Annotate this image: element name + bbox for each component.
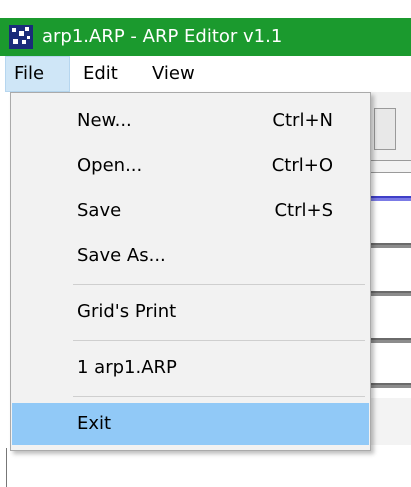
grid-row[interactable] bbox=[370, 291, 411, 296]
menu-edit[interactable]: Edit bbox=[76, 56, 125, 92]
menu-item-save-as[interactable]: Save As... bbox=[12, 235, 369, 277]
window-title: arp1.ARP - ARP Editor v1.1 bbox=[42, 26, 283, 47]
menu-item-label: Save As... bbox=[77, 245, 166, 266]
menu-item-label: 1 arp1.ARP bbox=[77, 357, 177, 378]
grid-row-selected[interactable] bbox=[370, 196, 411, 201]
menu-item-label: Save bbox=[77, 200, 122, 221]
menu-item-grids-print[interactable]: Grid's Print bbox=[12, 291, 369, 333]
grid-row[interactable] bbox=[370, 338, 411, 343]
menu-item-exit[interactable]: Exit bbox=[12, 403, 369, 445]
menu-file[interactable]: File bbox=[5, 56, 70, 92]
cropped-caption-fragment bbox=[0, 0, 411, 9]
panel-edge-divider bbox=[6, 448, 7, 487]
menu-view[interactable]: View bbox=[145, 56, 202, 92]
grid-row[interactable] bbox=[370, 383, 411, 388]
menu-item-new[interactable]: New... Ctrl+N bbox=[12, 100, 369, 142]
menu-item-shortcut: Ctrl+S bbox=[274, 200, 333, 221]
editor-grid[interactable] bbox=[370, 172, 411, 398]
menu-item-open[interactable]: Open... Ctrl+O bbox=[12, 145, 369, 187]
menu-separator bbox=[73, 284, 365, 285]
window-body bbox=[0, 445, 411, 487]
toolbar-button[interactable] bbox=[374, 108, 396, 150]
menu-item-shortcut: Ctrl+N bbox=[272, 110, 333, 131]
menu-item-label: Open... bbox=[77, 155, 143, 176]
menu-item-recent-file[interactable]: 1 arp1.ARP bbox=[12, 347, 369, 389]
menu-item-shortcut: Ctrl+O bbox=[271, 155, 333, 176]
menu-item-label: Exit bbox=[77, 413, 112, 434]
grid-row[interactable] bbox=[370, 243, 411, 248]
menu-separator bbox=[73, 340, 365, 341]
menu-separator bbox=[73, 396, 365, 397]
title-bar: arp1.ARP - ARP Editor v1.1 bbox=[0, 18, 411, 56]
menu-item-save[interactable]: Save Ctrl+S bbox=[12, 190, 369, 232]
arp-editor-app-icon bbox=[9, 25, 33, 49]
file-menu-dropdown: New... Ctrl+N Open... Ctrl+O Save Ctrl+S… bbox=[10, 92, 371, 451]
menu-bar: File Edit View bbox=[0, 56, 411, 92]
menu-item-label: Grid's Print bbox=[77, 301, 177, 322]
menu-item-label: New... bbox=[77, 110, 132, 131]
